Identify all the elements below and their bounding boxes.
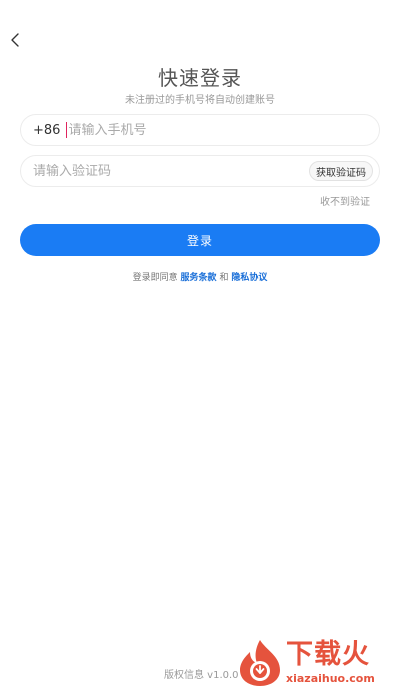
agreement-prefix: 登录即同意 xyxy=(132,273,178,283)
code-field: 获取验证码 xyxy=(20,155,380,187)
page-title: 快速登录 xyxy=(158,66,242,90)
text-caret xyxy=(66,122,68,138)
privacy-link[interactable]: 隐私协议 xyxy=(231,273,267,283)
phone-field: +86 xyxy=(20,114,380,146)
agreement-text: 登录即同意 服务条款 和 隐私协议 xyxy=(0,270,400,283)
agreement-and: 和 xyxy=(219,273,229,283)
terms-link[interactable]: 服务条款 xyxy=(181,273,217,283)
country-code[interactable]: +86 xyxy=(33,123,60,138)
login-page: 快速登录 未注册过的手机号将自动创建账号 +86 获取验证码 收不到验证 登录 … xyxy=(0,0,400,690)
verification-code-input[interactable] xyxy=(33,163,309,179)
get-code-button[interactable]: 获取验证码 xyxy=(309,161,373,181)
watermark: 下载火 xiazaihuo.com xyxy=(234,636,400,690)
page-subtitle: 未注册过的手机号将自动创建账号 xyxy=(125,95,275,106)
no-code-link[interactable]: 收不到验证 xyxy=(320,193,370,208)
watermark-sub: xiazaihuo.com xyxy=(286,672,375,685)
watermark-text: 下载火 xyxy=(286,639,370,670)
back-button[interactable] xyxy=(6,30,24,50)
chevron-left-icon xyxy=(11,33,19,47)
flame-logo-icon xyxy=(240,640,280,686)
phone-input[interactable] xyxy=(68,122,379,138)
login-button[interactable]: 登录 xyxy=(20,224,380,256)
version-label: 版权信息 v1.0.0 xyxy=(164,670,239,681)
